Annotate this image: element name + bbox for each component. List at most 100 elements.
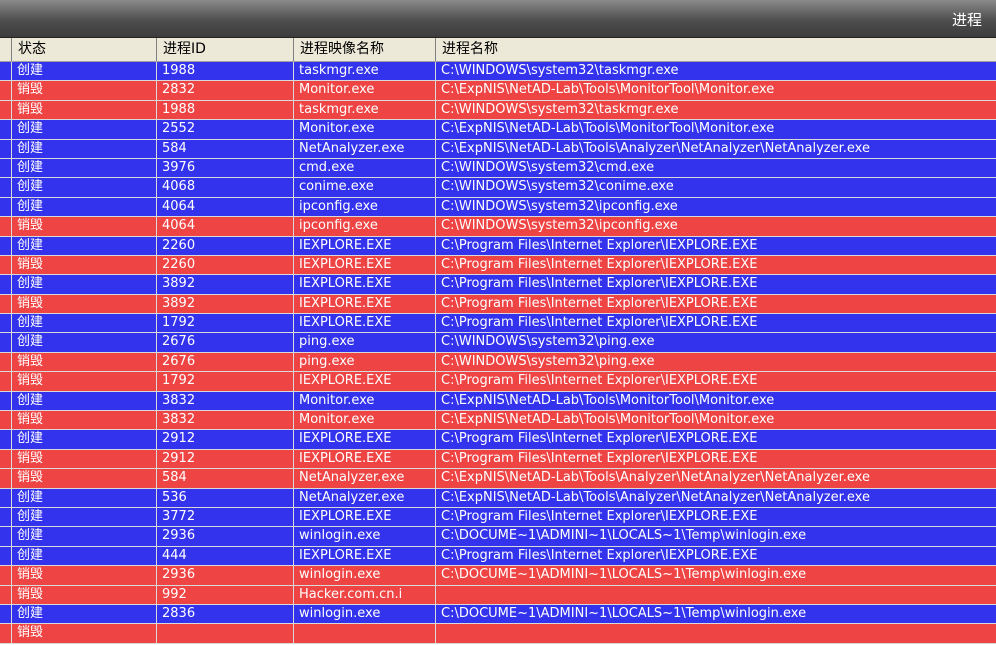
table-row[interactable]: 创建 3976 cmd.exe C:\WINDOWS\system32\cmd.exe <box>0 158 996 179</box>
header-grip <box>0 38 12 61</box>
row-pid: 3892 <box>157 275 294 294</box>
row-image-name: taskmgr.exe <box>294 62 436 81</box>
row-status: 销毁 <box>12 624 157 643</box>
row-image-name: NetAnalyzer.exe <box>294 488 436 507</box>
row-image-name: IEXPLORE.EXE <box>294 294 436 314</box>
row-indicator <box>0 604 12 624</box>
table-row[interactable]: 销毁 1792 IEXPLORE.EXE C:\Program Files\Inter… <box>0 372 996 392</box>
row-indicator <box>0 411 12 430</box>
row-process-path: C:\ExpNIS\NetAD-Lab\Tools\Analyzer\NetAn… <box>441 470 870 486</box>
column-header-pid[interactable]: 进程ID <box>157 38 294 61</box>
row-process-path: C:\Program Files\Internet Explorer\IEXPL… <box>441 431 758 447</box>
table-row[interactable]: 创建 536 NetAnalyzer.exe C:\ExpNIS\NetAD-Lab\… <box>0 488 996 508</box>
table-row[interactable]: 销毁 <box>0 624 996 644</box>
column-header-process-name[interactable]: 进程名称 <box>436 38 996 61</box>
table-row[interactable]: 创建 4068 conime.exe C:\WINDOWS\system32\coni… <box>0 178 996 198</box>
row-indicator <box>0 294 12 314</box>
row-status: 销毁 <box>12 217 157 236</box>
table-row[interactable]: 创建 2836 winlogin.exe C:\DOCUME~1\ADMINI~1\L… <box>0 604 996 625</box>
row-status: 创建 <box>12 139 157 158</box>
row-image-name: IEXPLORE.EXE <box>294 236 436 255</box>
row-status: 销毁 <box>12 585 157 604</box>
row-status: 创建 <box>12 333 157 352</box>
row-status: 创建 <box>12 430 157 449</box>
table-row[interactable]: 销毁 992 Hacker.com.cn.i <box>0 585 996 605</box>
table-row[interactable]: 销毁 2676 ping.exe C:\WINDOWS\system32\ping.e… <box>0 352 996 373</box>
row-indicator <box>0 546 12 566</box>
row-pid: 4064 <box>157 197 294 217</box>
row-indicator <box>0 566 12 585</box>
row-indicator <box>0 120 12 139</box>
table-row[interactable]: 销毁 1988 taskmgr.exe C:\WINDOWS\system32\tas… <box>0 100 996 121</box>
table-row[interactable]: 创建 584 NetAnalyzer.exe C:\ExpNIS\NetAD-Lab\… <box>0 139 996 159</box>
row-status: 创建 <box>12 158 157 178</box>
row-process-path: C:\Program Files\Internet Explorer\IEXPL… <box>441 295 758 311</box>
table-row[interactable]: 创建 2912 IEXPLORE.EXE C:\Program Files\Inter… <box>0 430 996 450</box>
table-row[interactable]: 创建 444 IEXPLORE.EXE C:\Program Files\Intern… <box>0 546 996 567</box>
row-indicator <box>0 469 12 488</box>
row-pid: 3976 <box>157 158 294 178</box>
row-indicator <box>0 527 12 546</box>
table-row[interactable]: 创建 2260 IEXPLORE.EXE C:\Program Files\Inter… <box>0 236 996 256</box>
row-image-name: ipconfig.exe <box>294 197 436 217</box>
row-indicator <box>0 488 12 507</box>
row-indicator <box>0 314 12 333</box>
row-status: 销毁 <box>12 255 157 275</box>
row-pid: 2936 <box>157 566 294 585</box>
table-row[interactable]: 销毁 2912 IEXPLORE.EXE C:\Program Files\Inter… <box>0 449 996 470</box>
table-row[interactable]: 创建 3892 IEXPLORE.EXE C:\Program Files\Inter… <box>0 275 996 295</box>
row-process-path: C:\ExpNIS\NetAD-Lab\Tools\MonitorTool\Mo… <box>441 82 775 98</box>
row-pid: 3772 <box>157 507 294 527</box>
row-status: 创建 <box>12 120 157 139</box>
row-pid: 1988 <box>157 62 294 81</box>
table-row[interactable]: 销毁 2936 winlogin.exe C:\DOCUME~1\ADMINI~1\L… <box>0 566 996 586</box>
row-image-name: IEXPLORE.EXE <box>294 255 436 275</box>
row-indicator <box>0 585 12 604</box>
row-process-path: C:\DOCUME~1\ADMINI~1\LOCALS~1\Temp\winlo… <box>441 605 807 621</box>
table-row[interactable]: 创建 3832 Monitor.exe C:\ExpNIS\NetAD-Lab\Too… <box>0 391 996 412</box>
row-pid: 1988 <box>157 100 294 120</box>
row-image-name: NetAnalyzer.exe <box>294 139 436 158</box>
table-row[interactable]: 创建 3772 IEXPLORE.EXE C:\Program Files\Inter… <box>0 507 996 528</box>
row-process-path: C:\WINDOWS\system32\ping.exe <box>441 353 655 369</box>
row-indicator <box>0 372 12 391</box>
table-row[interactable]: 创建 4064 ipconfig.exe C:\WINDOWS\system32\ip… <box>0 197 996 218</box>
row-pid: 4064 <box>157 217 294 236</box>
row-image-name: IEXPLORE.EXE <box>294 449 436 469</box>
row-indicator <box>0 275 12 294</box>
row-indicator <box>0 624 12 643</box>
table-row[interactable]: 销毁 3832 Monitor.exe C:\ExpNIS\NetAD-Lab\Too… <box>0 411 996 431</box>
table-row[interactable]: 创建 2552 Monitor.exe C:\ExpNIS\NetAD-Lab\Too… <box>0 120 996 140</box>
row-process-path: C:\Program Files\Internet Explorer\IEXPL… <box>441 373 758 389</box>
row-image-name: Monitor.exe <box>294 120 436 139</box>
row-process-path: C:\Program Files\Internet Explorer\IEXPL… <box>441 237 758 253</box>
row-image-name: Monitor.exe <box>294 391 436 411</box>
table-row[interactable]: 销毁 2260 IEXPLORE.EXE C:\Program Files\Inter… <box>0 255 996 276</box>
table-row[interactable]: 创建 2676 ping.exe C:\WINDOWS\system32\ping.e… <box>0 333 996 353</box>
table-row[interactable]: 销毁 2832 Monitor.exe C:\ExpNIS\NetAD-Lab\Too… <box>0 81 996 101</box>
table-row[interactable]: 创建 1792 IEXPLORE.EXE C:\Program Files\Inter… <box>0 314 996 334</box>
row-process-path: C:\WINDOWS\system32\ipconfig.exe <box>441 218 678 234</box>
table-row[interactable]: 销毁 584 NetAnalyzer.exe C:\ExpNIS\NetAD-Lab\… <box>0 469 996 489</box>
table-row[interactable]: 销毁 4064 ipconfig.exe C:\WINDOWS\system32\ip… <box>0 217 996 237</box>
table-row[interactable]: 创建 1988 taskmgr.exe C:\WINDOWS\system32\tas… <box>0 62 996 82</box>
row-pid: 2936 <box>157 527 294 546</box>
row-process-path: C:\ExpNIS\NetAD-Lab\Tools\MonitorTool\Mo… <box>441 412 775 428</box>
row-pid: 2836 <box>157 604 294 624</box>
row-indicator <box>0 62 12 81</box>
row-status: 创建 <box>12 197 157 217</box>
row-status: 销毁 <box>12 100 157 120</box>
row-pid: 992 <box>157 585 294 604</box>
row-status: 销毁 <box>12 372 157 391</box>
table-row[interactable]: 创建 2936 winlogin.exe C:\DOCUME~1\ADMINI~1\L… <box>0 527 996 547</box>
row-indicator <box>0 139 12 158</box>
row-image-name: ping.exe <box>294 333 436 352</box>
row-image-name: winlogin.exe <box>294 527 436 546</box>
column-header-status[interactable]: 状态 <box>12 38 157 61</box>
row-image-name: IEXPLORE.EXE <box>294 372 436 391</box>
row-pid: 1792 <box>157 314 294 333</box>
row-process-path <box>436 624 996 642</box>
row-process-path: C:\Program Files\Internet Explorer\IEXPL… <box>441 450 758 466</box>
column-header-image-name[interactable]: 进程映像名称 <box>294 38 436 61</box>
table-row[interactable]: 销毁 3892 IEXPLORE.EXE C:\Program Files\Inter… <box>0 294 996 315</box>
